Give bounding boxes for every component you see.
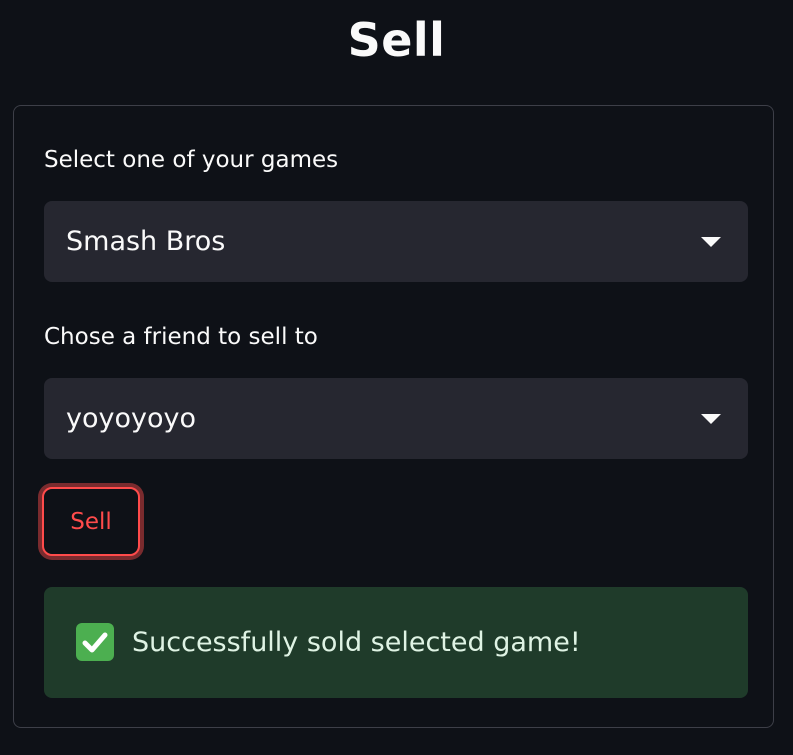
friend-select[interactable]: yoyoyoyo	[44, 378, 748, 459]
game-select[interactable]: Smash Bros	[44, 201, 748, 282]
success-alert: Successfully sold selected game!	[44, 587, 748, 698]
friend-select-value: yoyoyoyo	[66, 403, 196, 434]
chevron-down-icon	[701, 237, 721, 247]
sell-page: Sell Select one of your games Smash Bros…	[0, 0, 793, 755]
game-select-value: Smash Bros	[66, 226, 226, 257]
success-message: Successfully sold selected game!	[132, 627, 581, 658]
sell-form: Select one of your games Smash Bros Chos…	[13, 105, 774, 728]
page-title: Sell	[347, 13, 446, 67]
game-select-label: Select one of your games	[44, 147, 339, 173]
chevron-down-icon	[701, 414, 721, 424]
check-icon	[76, 623, 114, 661]
friend-select-label: Chose a friend to sell to	[44, 324, 318, 350]
sell-button[interactable]: Sell	[42, 487, 140, 556]
